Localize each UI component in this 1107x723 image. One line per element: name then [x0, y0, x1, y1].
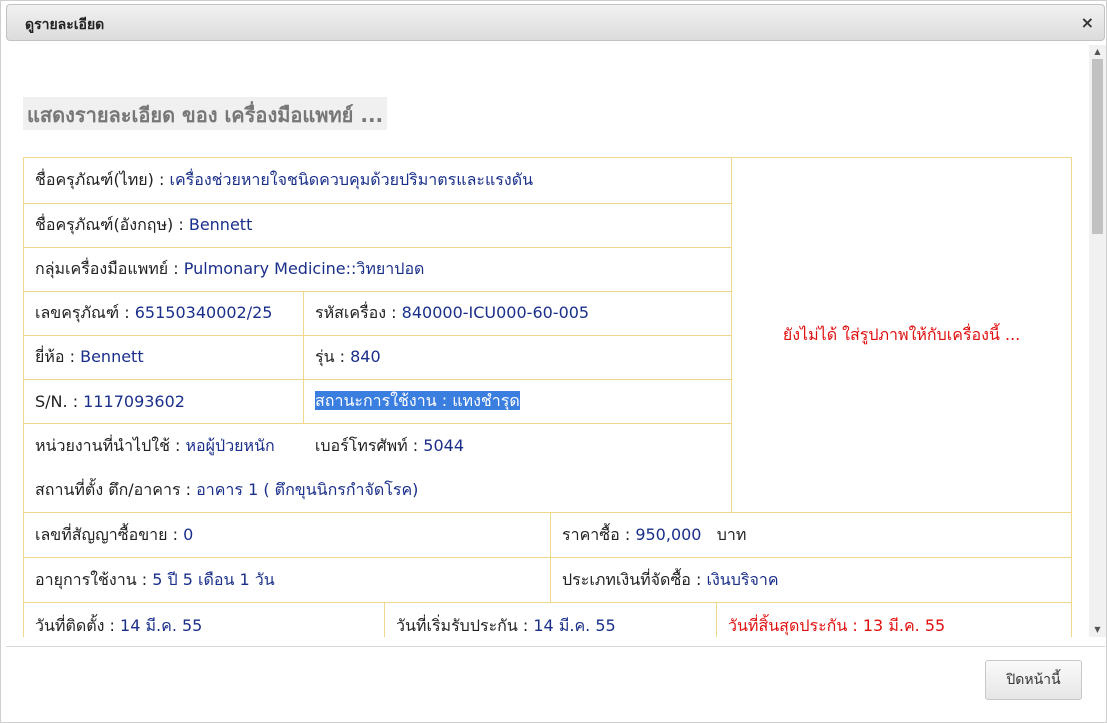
dialog-title: ดูรายละเอียด [25, 17, 105, 33]
detail-dialog: ดูรายละเอียด × แสดงรายละเอียด ของ เครื่อ… [0, 0, 1107, 723]
scroll-up-icon[interactable]: ▲ [1089, 45, 1106, 59]
age-cell: อายุการใช้งาน : 5 ปี 5 เดือน 1 วัน [23, 557, 551, 603]
status-cell: สถานะการใช้งาน : แทงชำรุด [302, 379, 733, 424]
location-label: สถานที่ตั้ง ตึก/อาคาร : [35, 480, 192, 499]
brand-label: ยี่ห้อ : [35, 347, 76, 366]
dept-label: หน่วยงานที่นำไปใช้ : [35, 436, 181, 455]
brand-value: Bennett [80, 347, 144, 366]
install-value: 14 มี.ค. 55 [120, 616, 203, 635]
price-label: ราคาซื้อ : [562, 524, 631, 544]
name-en-value: Bennett [188, 215, 253, 234]
name-th-cell: ชื่อครุภัณฑ์(ไทย) : เครื่องช่วยหายใจชนิด… [22, 157, 733, 204]
age-value: 5 ปี 5 เดือน 1 วัน [152, 569, 275, 589]
status-label: สถานะการใช้งาน : [315, 391, 448, 410]
scroll-down-icon[interactable]: ▼ [1089, 623, 1106, 637]
page-heading: แสดงรายละเอียด ของ เครื่องมือแพทย์ ... [23, 97, 388, 130]
price-unit: บาท [716, 524, 747, 544]
name-th-label: ชื่อครุภัณฑ์(ไทย) : [35, 170, 165, 189]
group-value: Pulmonary Medicine::วิทยาปอด [183, 259, 425, 278]
scrollbar-thumb[interactable] [1092, 59, 1103, 234]
age-label: อายุการใช้งาน : [35, 569, 148, 589]
name-en-cell: ชื่อครุภัณฑ์(อังกฤษ) : Bennett [22, 203, 733, 248]
phone-value: 5044 [423, 436, 465, 455]
close-page-button[interactable]: ปิดหน้านี้ [985, 660, 1082, 700]
warranty-start-cell: วันที่เริ่มรับประกัน : 14 มี.ค. 55 [384, 602, 717, 637]
contract-label: เลขที่สัญญาซื้อขาย : [35, 524, 179, 544]
status-value: แทงชำรุด [452, 391, 520, 410]
vertical-scrollbar[interactable]: ▲ ▼ [1089, 45, 1106, 637]
fund-value: เงินบริจาค [706, 569, 779, 589]
code-value: 840000-ICU000-60-005 [401, 303, 590, 322]
asset-no-label: เลขครุภัณฑ์ : [35, 303, 130, 322]
contract-cell: เลขที่สัญญาซื้อขาย : 0 [23, 512, 551, 558]
fund-label: ประเภทเงินที่จัดซื้อ : [562, 569, 702, 589]
code-cell: รหัสเครื่อง : 840000-ICU000-60-005 [302, 291, 733, 336]
group-label: กลุ่มเครื่องมือแพทย์ : [35, 259, 179, 278]
sn-cell: S/N. : 1117093602 [23, 379, 304, 424]
model-value: 840 [350, 347, 381, 366]
asset-no-value: 65150340002/25 [134, 303, 273, 322]
no-image-text: ยังไม่ได้ ใส่รูปภาพให้กับเครื่องนี้ ... [782, 324, 1021, 344]
install-cell: วันที่ติดตั้ง : 14 มี.ค. 55 [23, 602, 385, 637]
name-en-label: ชื่อครุภัณฑ์(อังกฤษ) : [35, 215, 184, 234]
dept-location-cell: หน่วยงานที่นำไปใช้ : หอผู้ป่วยหนัก เบอร์… [22, 423, 733, 513]
location-value: อาคาร 1 ( ตึกขุนนิกรกำจัดโรค) [196, 480, 419, 499]
brand-cell: ยี่ห้อ : Bennett [23, 335, 304, 380]
equipment-table: ชื่อครุภัณฑ์(ไทย) : เครื่องช่วยหายใจชนิด… [22, 157, 1072, 513]
model-label: รุ่น : [315, 347, 346, 366]
warranty-start-label: วันที่เริ่มรับประกัน : [396, 616, 529, 635]
code-label: รหัสเครื่อง : [315, 303, 397, 322]
detail-section: ชื่อครุภัณฑ์(ไทย) : เครื่องช่วยหายใจชนิด… [22, 157, 1072, 637]
warranty-table: วันที่ติดตั้ง : 14 มี.ค. 55 วันที่เริ่มร… [23, 602, 1072, 637]
dept-value: หอผู้ป่วยหนัก [185, 436, 275, 455]
close-icon[interactable]: × [1081, 13, 1094, 32]
contract-value: 0 [183, 524, 194, 544]
dialog-titlebar: ดูรายละเอียด × [6, 4, 1105, 41]
price-cell: ราคาซื้อ : 950,000 บาท [550, 512, 1072, 558]
sn-label: S/N. : [35, 392, 79, 411]
dialog-content: แสดงรายละเอียด ของ เครื่องมือแพทย์ ... ช… [5, 45, 1088, 637]
asset-no-cell: เลขครุภัณฑ์ : 65150340002/25 [23, 291, 304, 336]
price-value: 950,000 [635, 524, 702, 544]
install-label: วันที่ติดตั้ง : [35, 616, 115, 635]
group-cell: กลุ่มเครื่องมือแพทย์ : Pulmonary Medicin… [22, 247, 733, 292]
warranty-start-value: 14 มี.ค. 55 [533, 616, 616, 635]
sn-value: 1117093602 [83, 392, 185, 411]
phone-label: เบอร์โทรศัพท์ : [314, 436, 419, 455]
purchase-table: เลขที่สัญญาซื้อขาย : 0 ราคาซื้อ : 950,00… [23, 512, 1072, 603]
warranty-end-value: 13 มี.ค. 55 [862, 616, 946, 635]
footer-divider [6, 646, 1105, 647]
model-cell: รุ่น : 840 [302, 335, 733, 380]
name-th-value: เครื่องช่วยหายใจชนิดควบคุมด้วยปริมาตรและ… [169, 170, 534, 189]
warranty-end-cell: วันที่สิ้นสุดประกัน : 13 มี.ค. 55 [716, 602, 1072, 637]
warranty-end-label: วันที่สิ้นสุดประกัน : [728, 616, 858, 635]
fund-cell: ประเภทเงินที่จัดซื้อ : เงินบริจาค [550, 557, 1072, 603]
no-image-cell: ยังไม่ได้ ใส่รูปภาพให้กับเครื่องนี้ ... [731, 157, 1072, 513]
